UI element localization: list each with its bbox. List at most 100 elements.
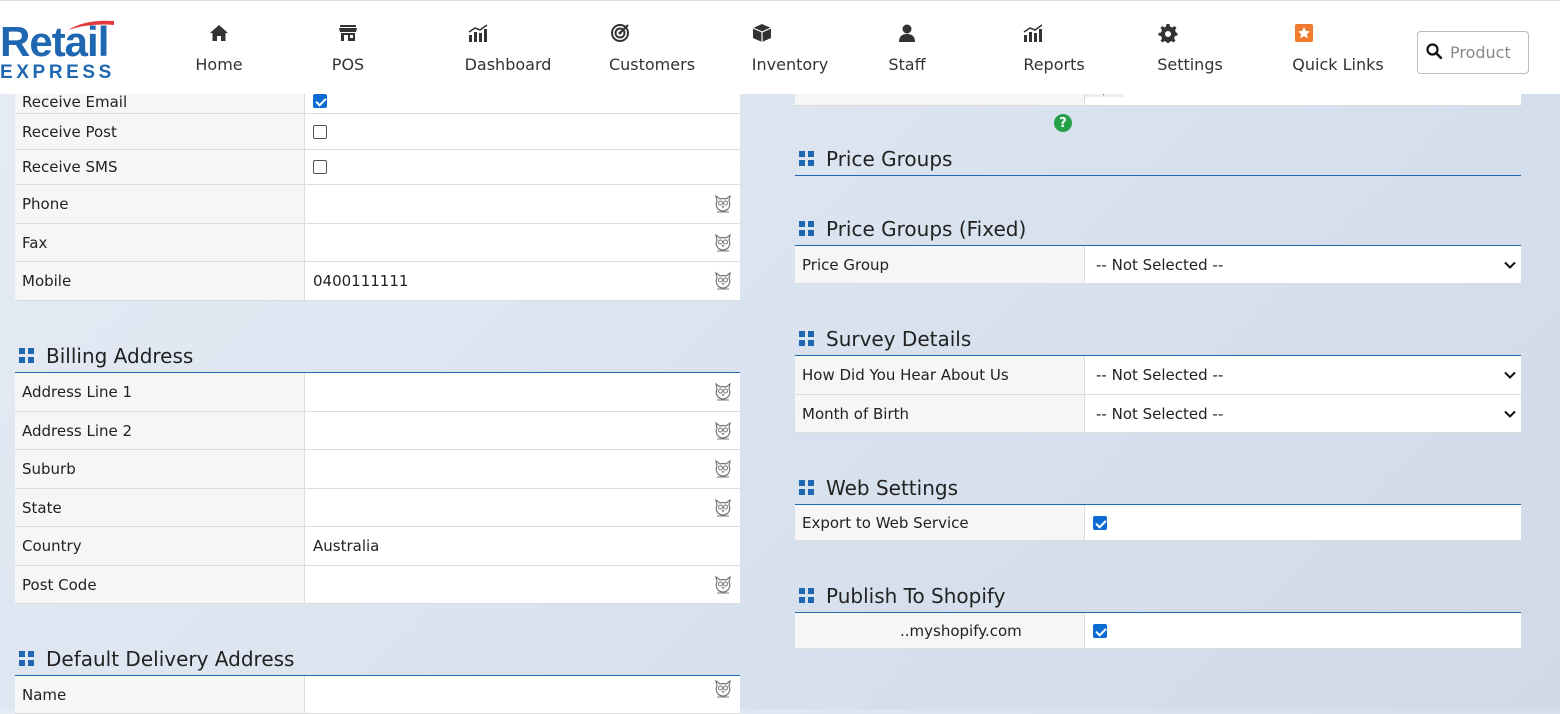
chevron-down-icon — [1503, 407, 1517, 421]
form-row: How Did You Hear About Us -- Not Selecte… — [795, 356, 1521, 395]
row-label: Address Line 2 — [15, 412, 305, 449]
section-title-text: Web Settings — [826, 475, 958, 500]
address-lookup-icon[interactable] — [712, 420, 734, 442]
address-lookup-icon[interactable] — [712, 678, 734, 700]
row-label: ..myshopify.com — [795, 613, 1085, 648]
section-title-text: Default Delivery Address — [46, 646, 295, 671]
row-label: Country — [15, 527, 305, 565]
nav-inventory[interactable]: Inventory — [750, 23, 830, 83]
address-lookup-icon[interactable] — [712, 193, 734, 215]
form-row: Receive SMS — [15, 150, 740, 185]
nav-dashboard[interactable]: Dashboard — [462, 23, 554, 83]
form-row: Suburb — [15, 450, 740, 489]
address-lookup-icon[interactable] — [712, 497, 734, 519]
section-title-web-settings: Web Settings — [795, 471, 1521, 505]
receive-sms-checkbox[interactable] — [313, 160, 327, 174]
right-column: Credit Limit $ 0 Price Groups Price Grou… — [795, 70, 1521, 649]
form-row: Name — [15, 676, 740, 714]
phone-field[interactable] — [305, 185, 740, 223]
row-label: Price Group — [795, 246, 1085, 283]
field-value: 0400111111 — [313, 272, 409, 290]
section-title-price-groups: Price Groups — [795, 142, 1521, 176]
address-lookup-icon[interactable] — [712, 270, 734, 292]
row-label: Month of Birth — [795, 395, 1085, 432]
chevron-down-icon — [1503, 258, 1517, 272]
section-title-shopify: Publish To Shopify — [795, 579, 1521, 613]
row-label: Export to Web Service — [795, 505, 1085, 540]
mobile-field[interactable]: 0400111111 — [305, 262, 740, 300]
box-icon — [752, 23, 772, 45]
nav-label: Home — [195, 55, 243, 74]
section-title-text: Price Groups — [826, 146, 953, 171]
nav-label: Quick Links — [1292, 55, 1384, 74]
suburb-field[interactable] — [305, 450, 740, 488]
nav-label: Settings — [1157, 55, 1223, 74]
fax-field[interactable] — [305, 224, 740, 261]
row-label: Name — [15, 676, 305, 713]
price-group-select[interactable]: -- Not Selected -- — [1085, 246, 1521, 283]
address-lookup-icon[interactable] — [712, 232, 734, 254]
address-line-2-field[interactable] — [305, 412, 740, 449]
hear-about-us-select[interactable]: -- Not Selected -- — [1085, 356, 1521, 394]
nav-staff[interactable]: Staff — [886, 23, 928, 83]
country-field[interactable]: Australia — [305, 527, 740, 565]
publish-shopify-checkbox[interactable] — [1093, 623, 1107, 638]
nav-home[interactable]: Home — [190, 23, 248, 83]
field-value: Australia — [313, 537, 380, 555]
bar-chart-icon — [468, 23, 488, 45]
form-row: Month of Birth -- Not Selected -- — [795, 395, 1521, 433]
search-icon — [1426, 42, 1443, 63]
row-value — [305, 150, 740, 184]
nav-reports[interactable]: Reports — [1021, 23, 1087, 83]
section-title-text: Publish To Shopify — [826, 583, 1006, 608]
nav-label: Dashboard — [464, 55, 552, 74]
row-label: Mobile — [15, 262, 305, 300]
nav-customers[interactable]: Customers — [606, 23, 698, 83]
row-label: Phone — [15, 185, 305, 223]
row-value — [305, 114, 740, 149]
section-title-text: Billing Address — [46, 343, 194, 368]
state-field[interactable] — [305, 489, 740, 526]
section-title-survey: Survey Details — [795, 322, 1521, 356]
post-code-field[interactable] — [305, 566, 740, 603]
export-web-service-checkbox[interactable] — [1093, 515, 1107, 530]
form-row: Country Australia — [15, 527, 740, 566]
row-label: State — [15, 489, 305, 526]
receive-email-checkbox[interactable] — [313, 93, 327, 108]
grid-icon — [19, 348, 34, 363]
nav-label: Reports — [1023, 55, 1085, 74]
select-value: -- Not Selected -- — [1096, 404, 1224, 423]
address-lookup-icon[interactable] — [712, 458, 734, 480]
section-title-billing: Billing Address — [15, 339, 740, 373]
grid-icon — [799, 331, 814, 346]
search-input[interactable] — [1448, 42, 1528, 63]
month-of-birth-select[interactable]: -- Not Selected -- — [1085, 395, 1521, 432]
logo-wordmark: Retail — [0, 18, 109, 65]
left-column: Receive Email Receive Post Receive SMS P… — [15, 80, 740, 714]
nav-settings[interactable]: Settings — [1156, 23, 1224, 83]
nav-quick-links[interactable]: Quick Links — [1292, 23, 1384, 83]
row-label: How Did You Hear About Us — [795, 356, 1085, 394]
row-label: Post Code — [15, 566, 305, 603]
form-row: Address Line 1 — [15, 373, 740, 412]
nav-label: Inventory — [751, 55, 829, 74]
receive-post-checkbox[interactable] — [313, 124, 327, 139]
select-value: -- Not Selected -- — [1096, 255, 1224, 274]
grid-icon — [19, 651, 34, 666]
help-icon[interactable]: ? — [1054, 114, 1072, 132]
product-search[interactable] — [1417, 31, 1529, 74]
nav-label: Customers — [608, 55, 696, 74]
retail-express-logo[interactable]: Retail EXPRESS — [0, 15, 130, 82]
row-value — [1085, 613, 1521, 648]
nav-label: POS — [331, 55, 365, 74]
form-row: Post Code — [15, 566, 740, 604]
address-lookup-icon[interactable] — [712, 574, 734, 596]
nav-pos[interactable]: POS — [326, 23, 370, 83]
form-row: Mobile 0400111111 — [15, 262, 740, 301]
address-line-1-field[interactable] — [305, 373, 740, 411]
address-lookup-icon[interactable] — [712, 381, 734, 403]
row-label: Receive SMS — [15, 150, 305, 184]
form-row: ..myshopify.com — [795, 613, 1521, 649]
user-icon — [886, 23, 928, 45]
delivery-name-field[interactable] — [305, 676, 740, 713]
